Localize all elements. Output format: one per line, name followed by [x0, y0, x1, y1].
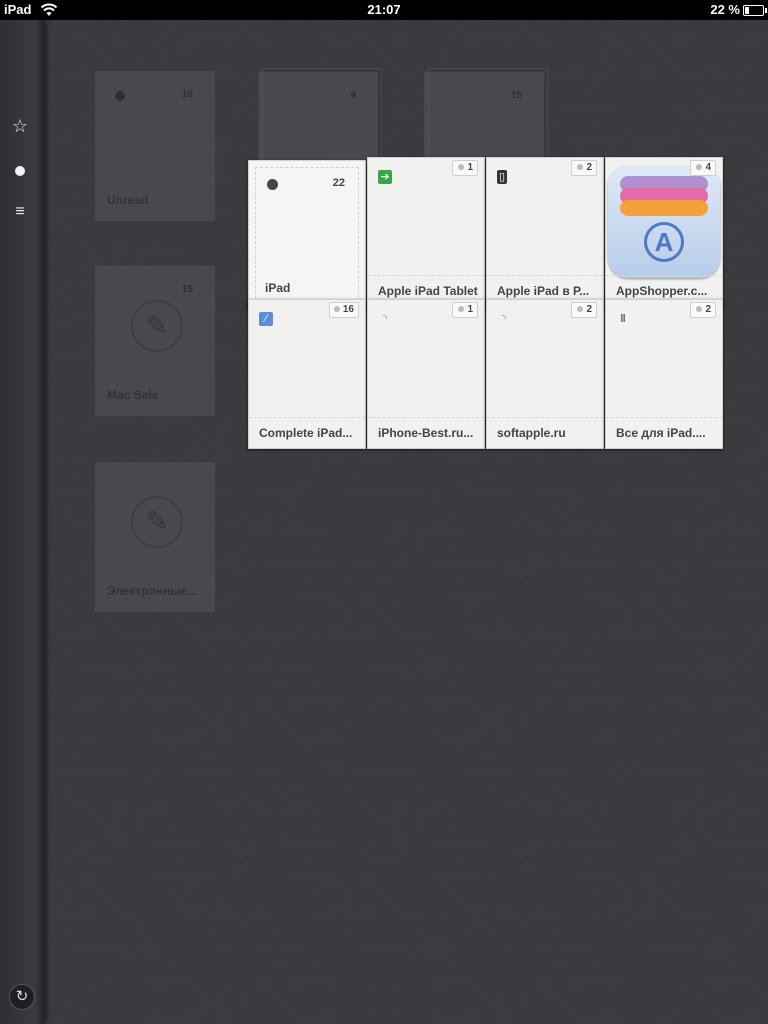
battery-percent: 22 % — [710, 2, 740, 17]
feed-tile[interactable]: ▯ 2 Apple iPad в Р... — [486, 157, 604, 307]
list-icon[interactable]: ≡ — [8, 200, 32, 224]
folder-count: 22 — [332, 177, 345, 189]
feed-tile[interactable]: ◝ 2 softapple.ru — [486, 299, 604, 449]
feed-title: AppShopper.c... — [616, 284, 708, 298]
folder-stack[interactable]: 4 — [258, 68, 382, 167]
battery-icon — [743, 5, 767, 16]
sidebar: ☆ ≡ ↻ — [0, 20, 44, 1024]
pencil-icon: ✎ — [131, 496, 183, 548]
feed-title: Complete iPad... — [259, 426, 353, 440]
feed-title: softapple.ru — [497, 426, 566, 440]
folder-mac-sale[interactable]: 15 ✎ Mac Sale — [95, 266, 215, 416]
unread-dot-icon — [267, 179, 278, 190]
appshopper-icon: A — [608, 166, 720, 278]
feed-title: Apple iPad в Р... — [497, 284, 590, 298]
feed-title: Все для iPad.... — [616, 426, 706, 440]
status-bar: iPad 21:07 22 % — [0, 0, 768, 20]
bars-icon: ǁ — [620, 313, 626, 325]
rss-icon: ◝ — [501, 313, 507, 325]
folder-ipad[interactable]: 22 iPad — [248, 160, 366, 310]
folder-electronic[interactable]: ✎ Электронные... — [95, 462, 215, 612]
feed-title: iPhone-Best.ru... — [378, 426, 474, 440]
unread-badge: 1 — [452, 160, 478, 176]
app-canvas: ☆ ≡ ↻ 16 Unread 4 15 15 ✎ Mac Sale ✎ Эле… — [0, 20, 768, 1024]
clock: 21:07 — [367, 2, 401, 17]
unread-badge: 2 — [690, 302, 716, 318]
dot-icon[interactable] — [8, 158, 32, 182]
feed-tile[interactable]: A 4 AppShopper.c... — [605, 157, 723, 307]
star-icon[interactable]: ☆ — [8, 114, 32, 138]
refresh-button[interactable]: ↻ — [9, 984, 35, 1010]
unread-badge: 2 — [571, 302, 597, 318]
blue-icon: ⁄ — [259, 312, 273, 326]
feed-title: Apple iPad Tablet — [378, 284, 478, 298]
phone-icon: ▯ — [497, 170, 507, 184]
unread-badge: 4 — [690, 160, 716, 176]
pencil-icon: ✎ — [131, 300, 183, 352]
arrow-icon: ➔ — [378, 170, 392, 184]
folder-title: iPad — [265, 281, 291, 295]
folder-stack[interactable]: 15 — [424, 68, 548, 167]
folder-unread[interactable]: 16 Unread — [95, 71, 215, 221]
battery-fill — [745, 7, 749, 14]
unread-badge: 1 — [452, 302, 478, 318]
rss-icon: ◝ — [382, 313, 388, 325]
feed-tile[interactable]: ➔ 1 Apple iPad Tablet — [367, 157, 485, 307]
unread-badge: 2 — [571, 160, 597, 176]
feed-tile[interactable]: ⁄ 16 Complete iPad... — [248, 299, 366, 449]
unread-badge: 16 — [328, 302, 359, 318]
feed-tile[interactable]: ◝ 1 iPhone-Best.ru... — [367, 299, 485, 449]
feed-tile[interactable]: ǁ 2 Все для iPad.... — [605, 299, 723, 449]
